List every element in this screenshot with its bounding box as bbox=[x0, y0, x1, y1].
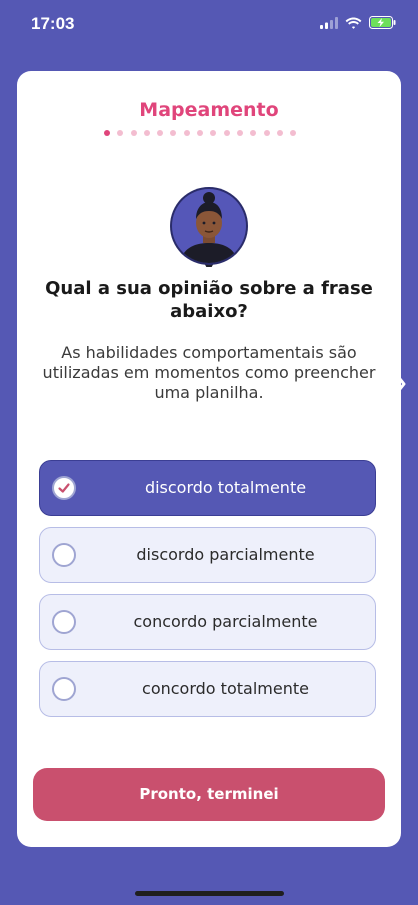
progress-dot bbox=[290, 130, 297, 136]
page-title: Mapeamento bbox=[139, 99, 279, 121]
radio-unchecked[interactable] bbox=[52, 543, 76, 567]
progress-dot bbox=[143, 130, 150, 136]
progress-dot bbox=[130, 130, 137, 136]
question-title: Qual a sua opinião sobre a frase abaixo? bbox=[45, 278, 373, 322]
status-bar: 17:03 bbox=[0, 0, 418, 50]
progress-dot bbox=[276, 130, 283, 136]
cellular-signal-icon bbox=[320, 16, 338, 29]
progress-dot bbox=[104, 130, 110, 136]
progress-dot bbox=[210, 130, 217, 136]
option-label: discordo parcialmente bbox=[136, 545, 315, 564]
option-concordo-totalmente[interactable]: concordo totalmente bbox=[39, 661, 376, 717]
option-label: concordo parcialmente bbox=[133, 612, 318, 631]
progress-dot bbox=[263, 130, 270, 136]
progress-dot bbox=[250, 130, 257, 136]
progress-dot bbox=[117, 130, 124, 136]
progress-dot bbox=[223, 130, 230, 136]
question-phrase: As habilidades comportamentais são utili… bbox=[42, 343, 376, 402]
progress-dot bbox=[236, 130, 243, 136]
progress-dot bbox=[170, 130, 177, 136]
avatar bbox=[170, 187, 248, 267]
option-label: concordo totalmente bbox=[142, 679, 309, 698]
check-icon bbox=[58, 483, 70, 493]
radio-unchecked[interactable] bbox=[52, 677, 76, 701]
battery-charging-icon bbox=[369, 16, 396, 29]
radio-checked[interactable] bbox=[52, 476, 76, 500]
status-time: 17:03 bbox=[31, 14, 75, 33]
option-concordo-parcialmente[interactable]: concordo parcialmente bbox=[39, 594, 376, 650]
progress-dot bbox=[157, 130, 164, 136]
chevron-right-icon[interactable] bbox=[392, 371, 408, 397]
wifi-icon bbox=[345, 17, 362, 29]
option-discordo-parcialmente[interactable]: discordo parcialmente bbox=[39, 527, 376, 583]
radio-unchecked[interactable] bbox=[52, 610, 76, 634]
submit-button[interactable]: Pronto, terminei bbox=[33, 768, 385, 821]
status-icons bbox=[320, 16, 396, 29]
progress-dot bbox=[183, 130, 190, 136]
home-indicator[interactable] bbox=[135, 891, 284, 896]
progress-dots bbox=[104, 130, 297, 136]
option-label: discordo totalmente bbox=[144, 478, 307, 497]
mapping-card: Mapeamento Qual a sua opinião sobre a fr… bbox=[17, 71, 401, 847]
option-discordo-totalmente[interactable]: discordo totalmente bbox=[39, 460, 376, 516]
progress-dot bbox=[197, 130, 204, 136]
